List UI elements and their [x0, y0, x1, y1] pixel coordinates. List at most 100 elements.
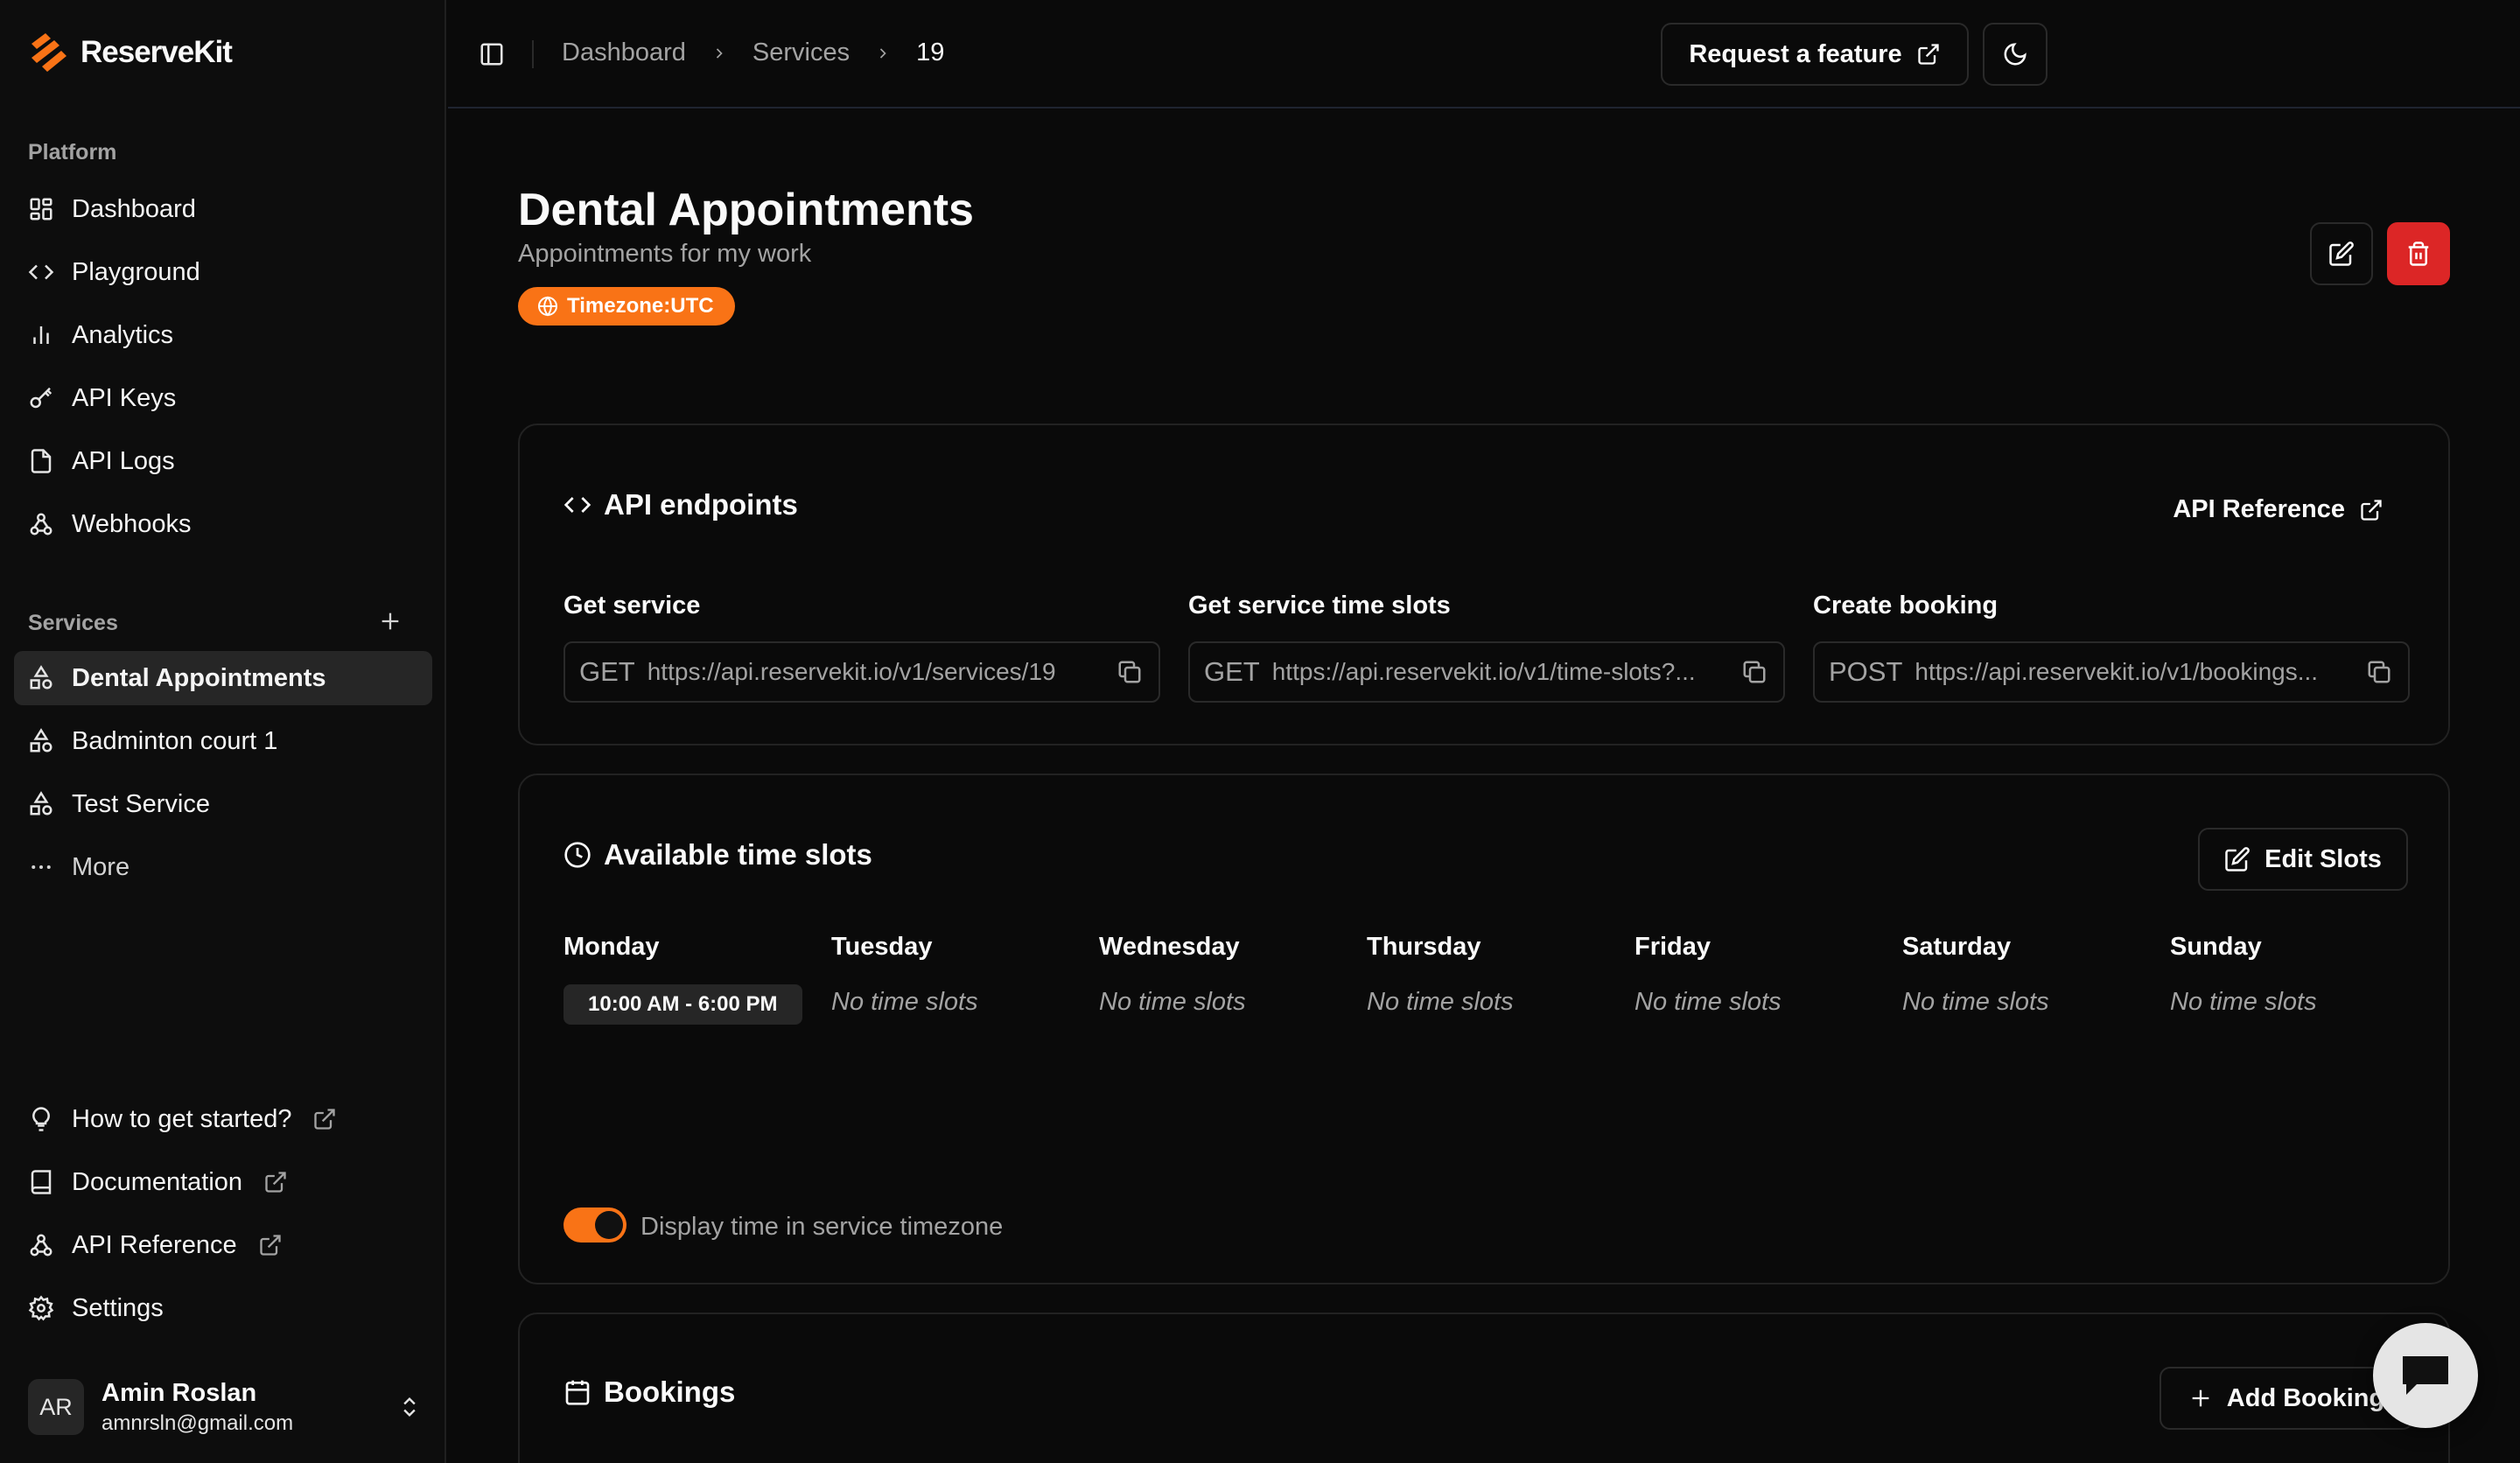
day-column-tuesday: Tuesday No time slots [831, 933, 1094, 1017]
sidebar-toggle-button[interactable] [474, 37, 509, 72]
chat-bubble-icon [2403, 1356, 2448, 1395]
trash-icon [2408, 242, 2429, 266]
globe-icon [538, 296, 557, 317]
no-slots-text: No time slots [831, 988, 978, 1016]
endpoint-label: Get service [564, 592, 701, 620]
page-title: Dental Appointments [518, 185, 974, 235]
day-column-saturday: Saturday No time slots [1902, 933, 2165, 1017]
time-slots-card: Available time slots Edit Slots Monday 1… [518, 774, 2450, 1284]
sidebar-item-dashboard[interactable]: Dashboard [14, 182, 432, 236]
sidebar-item-documentation[interactable]: Documentation [14, 1155, 432, 1209]
timezone-badge: Timezone:UTC [518, 287, 735, 326]
user-name: Amin Roslan [102, 1378, 257, 1407]
api-reference-link[interactable]: API Reference [2173, 495, 2384, 524]
no-slots-text: No time slots [1634, 988, 1782, 1016]
lightbulb-icon [32, 1107, 50, 1131]
sidebar-item-label: Dashboard [72, 194, 196, 223]
endpoint-url-field[interactable]: POST https://api.reservekit.io/v1/bookin… [1813, 641, 2410, 703]
http-method: GET [1204, 656, 1260, 687]
sidebar-item-label: Settings [72, 1293, 164, 1322]
endpoint-label: Get service time slots [1188, 592, 1451, 620]
calendar-icon [565, 1380, 590, 1405]
copy-icon[interactable] [1116, 659, 1143, 685]
reservekit-logo-icon [32, 33, 66, 72]
api-endpoints-card: API endpoints API Reference Get service … [518, 424, 2450, 746]
edit-slots-button[interactable]: Edit Slots [2198, 828, 2408, 891]
endpoint-label: Create booking [1813, 592, 1998, 620]
shapes-icon [30, 665, 52, 690]
sidebar-item-dental-appointments[interactable]: Dental Appointments [14, 651, 432, 705]
bookings-card: Bookings Add Booking [518, 1312, 2450, 1463]
delete-service-button[interactable] [2387, 222, 2450, 285]
sidebar-item-analytics[interactable]: Analytics [14, 308, 432, 362]
webhook-icon [30, 1234, 52, 1256]
theme-toggle-button[interactable] [1983, 23, 2048, 86]
user-menu[interactable]: AR Amin Roslan amnrsln@gmail.com [28, 1379, 422, 1435]
breadcrumb-dashboard[interactable]: Dashboard [562, 38, 686, 67]
clock-icon [564, 842, 591, 868]
day-name: Tuesday [831, 933, 933, 961]
sidebar-item-webhooks[interactable]: Webhooks [14, 497, 432, 551]
edit-icon [2225, 847, 2250, 872]
chevron-right-icon [716, 47, 723, 59]
sidebar-item-label: More [72, 852, 130, 881]
day-name: Sunday [2170, 933, 2262, 961]
sidebar-item-api-keys[interactable]: API Keys [14, 371, 432, 425]
endpoint-url: https://api.reservekit.io/v1/services/19 [647, 658, 1056, 685]
endpoint-get-service: Get service GET https://api.reservekit.i… [564, 592, 1160, 703]
page-subtitle: Appointments for my work [518, 240, 812, 268]
external-link-icon [259, 1235, 281, 1256]
key-icon [30, 387, 52, 409]
endpoint-url-field[interactable]: GET https://api.reservekit.io/v1/service… [564, 641, 1160, 703]
request-feature-button[interactable]: Request a feature [1661, 23, 1969, 86]
sidebar-item-test-service[interactable]: Test Service [14, 777, 432, 831]
endpoint-url-field[interactable]: GET https://api.reservekit.io/v1/time-sl… [1188, 641, 1785, 703]
day-column-thursday: Thursday No time slots [1367, 933, 1629, 1017]
dashboard-icon [30, 198, 52, 220]
sidebar-item-label: Documentation [72, 1167, 243, 1196]
service-timezone-toggle[interactable] [564, 1208, 626, 1242]
external-link-icon [265, 1172, 286, 1193]
copy-icon[interactable] [2366, 659, 2392, 685]
add-service-button[interactable] [374, 606, 406, 637]
more-horizontal-icon [32, 865, 51, 869]
breadcrumb-services[interactable]: Services [752, 38, 850, 67]
timezone-label: Timezone:UTC [567, 294, 714, 318]
day-name: Monday [564, 933, 660, 961]
user-email: amnrsln@gmail.com [102, 1410, 294, 1435]
http-method: GET [579, 656, 635, 687]
external-link-icon [2361, 499, 2382, 521]
user-info: Amin Roslan amnrsln@gmail.com [102, 1379, 293, 1436]
chevron-right-icon [879, 47, 886, 59]
shapes-icon [30, 791, 52, 816]
sidebar-item-api-reference[interactable]: API Reference [14, 1218, 432, 1272]
services-group-label: Services [28, 611, 118, 635]
endpoint-get-time-slots: Get service time slots GET https://api.r… [1188, 592, 1785, 703]
sidebar-item-badminton-court[interactable]: Badminton court 1 [14, 714, 432, 768]
breadcrumb: Dashboard Services 19 [562, 38, 944, 67]
time-slots-heading: Available time slots [564, 838, 872, 872]
divider [532, 40, 534, 68]
sidebar-item-get-started[interactable]: How to get started? [14, 1092, 432, 1146]
sidebar-item-playground[interactable]: Playground [14, 245, 432, 299]
no-slots-text: No time slots [2170, 988, 2317, 1016]
time-slot-pill[interactable]: 10:00 AM - 6:00 PM [564, 984, 802, 1025]
sidebar-item-label: API Reference [72, 1230, 237, 1259]
copy-icon[interactable] [1741, 659, 1768, 685]
day-name: Wednesday [1099, 933, 1240, 961]
sidebar-item-label: API Keys [72, 383, 177, 412]
external-link-icon [314, 1109, 336, 1130]
sidebar-item-settings[interactable]: Settings [14, 1281, 432, 1335]
no-slots-text: No time slots [1367, 988, 1514, 1016]
sidebar-item-label: How to get started? [72, 1104, 292, 1133]
chat-widget-button[interactable] [2373, 1323, 2478, 1428]
edit-icon [2329, 242, 2354, 266]
shapes-icon [30, 728, 52, 752]
edit-service-button[interactable] [2310, 222, 2373, 285]
sidebar-item-more[interactable]: More [14, 840, 432, 894]
sidebar-item-api-logs[interactable]: API Logs [14, 434, 432, 488]
day-column-friday: Friday No time slots [1634, 933, 1897, 1017]
code-icon [564, 497, 592, 513]
day-column-wednesday: Wednesday No time slots [1099, 933, 1362, 1017]
brand-logo[interactable]: ReserveKit [28, 32, 233, 74]
